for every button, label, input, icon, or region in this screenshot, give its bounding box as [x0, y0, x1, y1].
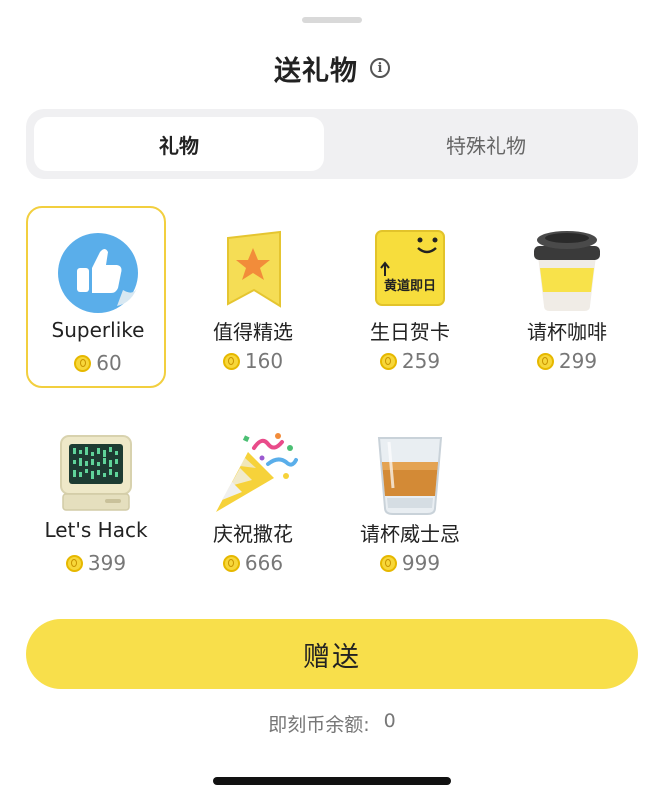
gift-card-worth-featured[interactable]: 值得精选 160 — [183, 206, 323, 388]
gift-name: Superlike — [51, 318, 145, 342]
coin-icon — [536, 352, 554, 370]
sheet-grabber[interactable] — [302, 17, 362, 23]
gift-name: 请杯咖啡 — [527, 320, 607, 344]
gift-price: 666 — [183, 551, 323, 575]
gift-price: 299 — [497, 349, 637, 373]
coin-icon — [222, 554, 240, 572]
gift-card-superlike[interactable]: Superlike 60 — [26, 206, 166, 388]
birthday-card-icon: 黄道即日 — [375, 230, 445, 306]
gift-price-value: 259 — [401, 349, 441, 373]
gift-card-celebrate[interactable]: 庆祝撒花 666 — [183, 408, 323, 590]
gift-price-value: 160 — [244, 349, 284, 373]
tab-special-gifts[interactable]: 特殊礼物 — [341, 117, 631, 171]
gift-price-value: 60 — [96, 351, 122, 375]
balance-value: 0 — [383, 710, 396, 732]
gift-price-value: 666 — [244, 551, 284, 575]
party-popper-icon — [216, 433, 298, 512]
gift-name: 值得精选 — [213, 320, 293, 344]
sheet-title: 送礼物 — [274, 55, 358, 87]
gift-price-value: 399 — [87, 551, 127, 575]
coin-icon — [74, 354, 92, 372]
sheet-header: 送礼物 i — [0, 50, 664, 87]
gift-price: 160 — [183, 349, 323, 373]
coin-balance: 即刻币余额: 0 — [0, 710, 664, 737]
info-icon[interactable]: i — [370, 58, 390, 78]
gift-card-lets-hack[interactable]: Let's Hack 399 — [26, 408, 166, 590]
gift-price-value: 299 — [558, 349, 598, 373]
gift-price: 999 — [340, 551, 480, 575]
send-button[interactable]: 赠送 — [26, 619, 638, 689]
gift-price-value: 999 — [401, 551, 441, 575]
coin-icon — [65, 554, 83, 572]
computer-icon — [60, 435, 132, 511]
coin-icon — [379, 352, 397, 370]
thumbs-up-icon — [58, 233, 138, 313]
whiskey-glass-icon — [377, 437, 443, 515]
coin-icon — [379, 554, 397, 572]
gift-price: 60 — [28, 351, 168, 375]
gift-name: 庆祝撒花 — [213, 522, 293, 546]
gift-card-coffee[interactable]: 请杯咖啡 299 — [497, 206, 637, 388]
tab-gifts[interactable]: 礼物 — [34, 117, 324, 171]
coffee-cup-icon — [534, 231, 600, 311]
gift-tabs: 礼物 特殊礼物 — [26, 109, 638, 179]
gift-name: 生日贺卡 — [370, 320, 450, 344]
gift-name: 请杯威士忌 — [360, 522, 460, 546]
gift-price: 399 — [26, 551, 166, 575]
gift-name: Let's Hack — [44, 518, 148, 542]
gift-card-birthday-card[interactable]: 黄道即日 生日贺卡 259 — [340, 206, 480, 388]
gift-card-whiskey[interactable]: 请杯威士忌 999 — [340, 408, 480, 590]
balance-label: 即刻币余额: — [268, 714, 370, 736]
coin-icon — [222, 352, 240, 370]
bookmark-star-icon — [227, 230, 281, 308]
gift-price: 259 — [340, 349, 480, 373]
home-indicator[interactable] — [213, 777, 451, 785]
card-text: 黄道即日 — [384, 278, 436, 294]
